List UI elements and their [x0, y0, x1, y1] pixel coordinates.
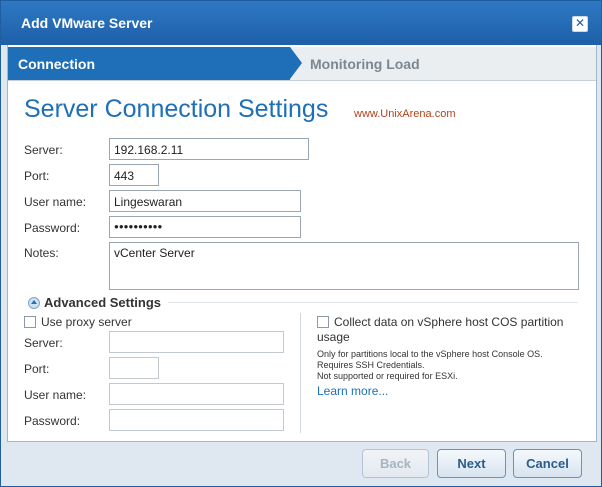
collapse-icon[interactable] [28, 297, 40, 309]
username-label: User name: [24, 195, 87, 209]
add-vmware-server-dialog: Add VMware Server ✕ Connection Monitorin… [0, 0, 602, 487]
next-button[interactable]: Next [437, 449, 506, 478]
password-input[interactable]: ●●●●●●●●●● [109, 216, 301, 238]
server-input[interactable]: 192.168.2.11 [109, 138, 309, 160]
back-button[interactable]: Back [362, 449, 429, 478]
section-divider [168, 302, 578, 303]
proxy-server-label: Server: [24, 336, 63, 350]
dialog-content: Connection Monitoring Load Server Connec… [7, 45, 597, 442]
cos-partition-label-line2[interactable]: usage [317, 330, 350, 344]
vertical-divider [300, 313, 301, 433]
proxy-password-label: Password: [24, 414, 81, 428]
port-label: Port: [24, 169, 50, 183]
advanced-settings-toggle[interactable]: Advanced Settings [44, 295, 161, 310]
proxy-server-input[interactable] [109, 331, 284, 353]
step-connection[interactable]: Connection [8, 47, 290, 80]
server-label: Server: [24, 143, 63, 157]
page-title: Server Connection Settings [24, 95, 329, 123]
cos-note-line1: Only for partitions local to the vSphere… [317, 349, 543, 359]
use-proxy-checkbox[interactable] [24, 316, 36, 328]
proxy-port-input[interactable] [109, 357, 159, 379]
cos-note-line2: Requires SSH Credentials. [317, 360, 425, 370]
proxy-port-label: Port: [24, 362, 50, 376]
close-icon[interactable]: ✕ [572, 16, 588, 32]
cos-partition-checkbox[interactable] [317, 316, 329, 328]
proxy-username-input[interactable] [109, 383, 284, 405]
wizard-steps: Connection Monitoring Load [8, 47, 596, 81]
proxy-username-label: User name: [24, 388, 87, 402]
password-label: Password: [24, 221, 81, 235]
step-connection-label: Connection [18, 56, 95, 72]
cos-note-line3: Not supported or required for ESXi. [317, 371, 458, 381]
learn-more-link[interactable]: Learn more... [317, 384, 388, 398]
notes-textarea[interactable]: vCenter Server [109, 242, 579, 290]
port-input[interactable]: 443 [109, 164, 159, 186]
step-arrow [290, 47, 302, 79]
step-monitoring-load[interactable]: Monitoring Load [310, 56, 420, 72]
proxy-password-input[interactable] [109, 409, 284, 431]
dialog-title: Add VMware Server [21, 15, 153, 31]
title-bar: Add VMware Server ✕ [1, 1, 601, 45]
watermark-text: www.UnixArena.com [354, 108, 456, 120]
use-proxy-label[interactable]: Use proxy server [41, 315, 132, 329]
cancel-button[interactable]: Cancel [513, 449, 582, 478]
notes-label: Notes: [24, 246, 59, 260]
cos-partition-label-line1[interactable]: Collect data on vSphere host COS partiti… [334, 315, 563, 329]
username-input[interactable]: Lingeswaran [109, 190, 301, 212]
